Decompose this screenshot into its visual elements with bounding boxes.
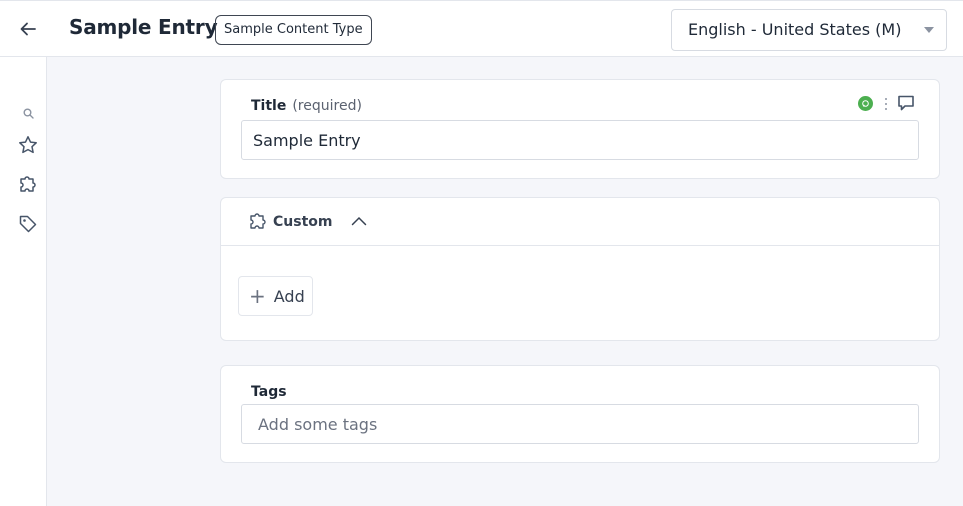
plus-icon: + bbox=[249, 284, 266, 308]
sync-icon bbox=[862, 100, 869, 107]
comment-button[interactable] bbox=[897, 94, 915, 112]
chevron-up-icon[interactable] bbox=[351, 216, 367, 226]
field-options-menu[interactable] bbox=[883, 96, 889, 112]
comment-icon bbox=[898, 95, 914, 111]
search-icon bbox=[23, 108, 34, 119]
tags-field-card: Tags bbox=[220, 365, 940, 463]
custom-section-card: Custom + Add bbox=[220, 197, 940, 341]
sidebar-item-extensions[interactable] bbox=[17, 173, 39, 195]
custom-section-header[interactable]: Custom bbox=[221, 198, 939, 246]
arrow-left-icon bbox=[20, 22, 36, 36]
kebab-dot-icon bbox=[885, 98, 887, 100]
custom-section-title: Custom bbox=[273, 214, 333, 230]
title-label-text: Title bbox=[251, 98, 287, 114]
title-input[interactable] bbox=[241, 120, 919, 160]
add-button[interactable]: + Add bbox=[238, 276, 313, 316]
title-field-card: Title (required) bbox=[220, 79, 940, 179]
content-type-badge: Sample Content Type bbox=[215, 15, 372, 45]
locale-select-value: English - United States (M) bbox=[688, 20, 902, 39]
sidebar-item-tags[interactable] bbox=[17, 213, 39, 235]
chevron-down-icon bbox=[924, 27, 934, 33]
status-indicator bbox=[858, 96, 873, 111]
tags-field-label: Tags bbox=[251, 384, 287, 400]
tag-icon bbox=[19, 215, 37, 233]
required-hint: (required) bbox=[292, 98, 362, 114]
title-field-label: Title (required) bbox=[251, 98, 362, 114]
kebab-dot-icon bbox=[885, 108, 887, 110]
top-header: Sample Entry Sample Content Type English… bbox=[0, 0, 963, 57]
add-button-label: Add bbox=[273, 286, 305, 306]
page-title: Sample Entry bbox=[69, 15, 218, 39]
puzzle-icon bbox=[20, 176, 36, 192]
star-icon bbox=[19, 136, 37, 154]
tags-input[interactable] bbox=[241, 404, 919, 444]
puzzle-icon bbox=[250, 213, 266, 229]
kebab-dot-icon bbox=[885, 103, 887, 105]
sidebar-item-favorites[interactable] bbox=[17, 134, 39, 156]
left-sidebar bbox=[0, 57, 47, 506]
back-button[interactable] bbox=[18, 19, 38, 39]
locale-select[interactable]: English - United States (M) bbox=[671, 9, 947, 51]
sidebar-item-search[interactable] bbox=[17, 102, 39, 124]
